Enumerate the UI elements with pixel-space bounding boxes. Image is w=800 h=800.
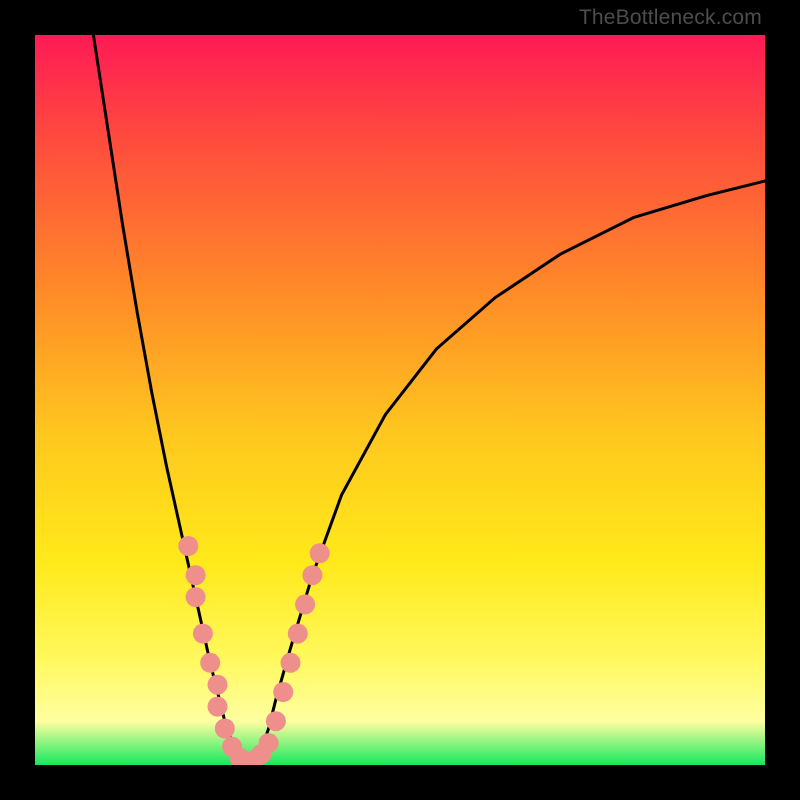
marker-point (215, 719, 235, 739)
marker-point (310, 543, 330, 563)
marker-point (178, 536, 198, 556)
marker-point (259, 733, 279, 753)
marker-point (186, 565, 206, 585)
highlight-points (178, 536, 329, 765)
marker-point (200, 653, 220, 673)
marker-point (288, 624, 308, 644)
bottleneck-curve (93, 35, 765, 761)
marker-point (281, 653, 301, 673)
marker-point (193, 624, 213, 644)
marker-point (302, 565, 322, 585)
marker-point (273, 682, 293, 702)
marker-point (208, 697, 228, 717)
plot-area (35, 35, 765, 765)
marker-point (266, 711, 286, 731)
marker-point (295, 594, 315, 614)
chart-frame: TheBottleneck.com (0, 0, 800, 800)
curve-layer (35, 35, 765, 765)
marker-point (186, 587, 206, 607)
marker-point (208, 675, 228, 695)
watermark-text: TheBottleneck.com (579, 6, 762, 30)
